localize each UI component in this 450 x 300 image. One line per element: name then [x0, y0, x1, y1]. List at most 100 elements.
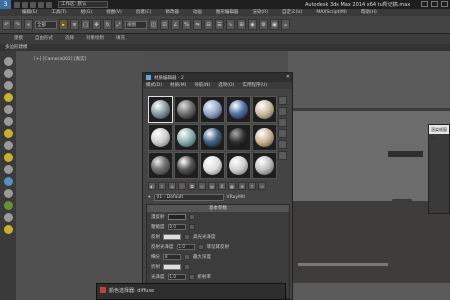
close-icon[interactable]: [441, 1, 448, 7]
material-slot[interactable]: [226, 152, 251, 179]
sample-type-icon[interactable]: [278, 96, 287, 105]
workspace-dropdown[interactable]: 工作区: 默认: [58, 1, 108, 8]
curve-editor-button[interactable]: ∿: [226, 19, 235, 30]
tree-icon[interactable]: [3, 201, 13, 210]
open-file-icon[interactable]: [22, 1, 28, 8]
app-logo-icon[interactable]: 3: [0, 0, 11, 9]
map-button[interactable]: [197, 244, 204, 250]
snap-button[interactable]: ⊡: [160, 19, 169, 30]
param-value-field[interactable]: 0.0: [167, 224, 186, 230]
rect-select-button[interactable]: □: [81, 19, 90, 30]
ribbon-tab[interactable]: 填充: [116, 34, 125, 44]
material-slot[interactable]: [252, 124, 277, 151]
material-slot[interactable]: [174, 124, 199, 151]
go-parent-icon[interactable]: ↑: [248, 181, 256, 190]
get-material-icon[interactable]: ◐: [148, 181, 156, 190]
move-button[interactable]: ✥: [92, 19, 101, 30]
material-menu-item[interactable]: 选项(O): [218, 82, 234, 89]
map-button[interactable]: [188, 214, 195, 220]
material-slot[interactable]: [200, 152, 225, 179]
copy-material-icon[interactable]: ⧉: [188, 181, 196, 190]
angle-snap-button[interactable]: ∠: [171, 19, 180, 30]
save-file-icon[interactable]: [30, 1, 36, 8]
menu-item[interactable]: 创建(C): [136, 9, 152, 16]
redo-icon[interactable]: [46, 1, 52, 8]
light-icon[interactable]: [3, 93, 13, 102]
map-button[interactable]: [188, 224, 195, 230]
material-slot[interactable]: [174, 96, 199, 123]
param-value-field[interactable]: 8: [163, 254, 181, 260]
color-swatch[interactable]: [163, 234, 181, 240]
mirror-button[interactable]: ⇋: [193, 19, 202, 30]
material-menu-item[interactable]: 实用程序(U): [242, 82, 267, 89]
background-icon[interactable]: [278, 118, 287, 127]
menu-item[interactable]: 修改器: [165, 9, 179, 16]
material-slot[interactable]: [252, 152, 277, 179]
color-swatch[interactable]: [163, 264, 181, 270]
material-slot[interactable]: [252, 96, 277, 123]
viewport-left[interactable]: [+] [Camera002] [真实]: [16, 51, 144, 300]
show-end-result-icon[interactable]: ⊕: [238, 181, 246, 190]
material-id-icon[interactable]: 0: [218, 181, 226, 190]
material-library-icon[interactable]: ▤: [208, 181, 216, 190]
undo-button[interactable]: ↶: [2, 19, 11, 30]
maximize-icon[interactable]: [431, 1, 438, 7]
render-button[interactable]: ☕: [281, 19, 290, 30]
menu-item[interactable]: 动画: [193, 9, 202, 16]
layer-button[interactable]: ☰: [215, 19, 224, 30]
material-menu-item[interactable]: 导航(N): [194, 82, 210, 89]
map-button[interactable]: [188, 274, 195, 280]
minimize-icon[interactable]: [421, 1, 428, 7]
map-button[interactable]: [184, 234, 190, 240]
render-frame-title[interactable]: 渲染帧窗口: [429, 125, 449, 141]
selection-filter-dropdown[interactable]: 全部: [35, 20, 57, 29]
assign-to-selection-icon[interactable]: ⇲: [168, 181, 176, 190]
close-icon[interactable]: ✕: [286, 74, 290, 80]
object-icon[interactable]: [3, 165, 13, 174]
material-menu-item[interactable]: 材质(M): [170, 82, 186, 89]
video-check-icon[interactable]: [278, 140, 287, 149]
options-icon[interactable]: [278, 151, 287, 160]
teapot-icon[interactable]: [3, 177, 13, 186]
menu-item[interactable]: 组(G): [81, 9, 93, 16]
menu-item[interactable]: 视图(V): [106, 9, 122, 16]
material-editor-titlebar[interactable]: 材质编辑器 - 2 ✕: [143, 73, 292, 82]
object-icon[interactable]: [3, 141, 13, 150]
light-icon[interactable]: [3, 153, 13, 162]
rollout-header[interactable]: 基本参数: [147, 205, 289, 212]
show-in-viewport-icon[interactable]: ▦: [228, 181, 236, 190]
menu-item[interactable]: 工具(T): [51, 9, 66, 16]
percent-snap-button[interactable]: %: [182, 19, 191, 30]
map-button[interactable]: [184, 254, 190, 260]
undo-icon[interactable]: [38, 1, 44, 8]
material-name-field[interactable]: 01 - Default: [153, 193, 224, 201]
param-value-field[interactable]: 1.0: [167, 274, 186, 280]
material-editor-button[interactable]: ◉: [248, 19, 257, 30]
align-button[interactable]: ⊟: [204, 19, 213, 30]
menu-item[interactable]: 自定义(U): [282, 9, 302, 16]
material-slot[interactable]: [200, 96, 225, 123]
color-picker-dialog[interactable]: 颜色选择器: diffuse: [96, 283, 286, 300]
color-swatch[interactable]: [167, 214, 186, 220]
object-icon[interactable]: [3, 117, 13, 126]
ribbon-tab[interactable]: 对象绘制: [86, 34, 104, 44]
put-to-scene-icon[interactable]: ⇪: [158, 181, 166, 190]
schematic-button[interactable]: ⊞: [237, 19, 246, 30]
material-slot[interactable]: [148, 152, 173, 179]
menu-item[interactable]: 编辑(E): [22, 9, 37, 16]
viewport-render[interactable]: [288, 51, 450, 300]
sphere-icon[interactable]: [3, 57, 13, 66]
param-value-field[interactable]: 1.0: [176, 244, 195, 250]
menu-item[interactable]: 帮助(H): [361, 9, 377, 16]
new-file-icon[interactable]: [14, 1, 20, 8]
material-slot[interactable]: [148, 96, 173, 123]
material-menu-item[interactable]: 模式(D): [146, 82, 162, 89]
map-button[interactable]: [184, 264, 190, 270]
viewport-label[interactable]: [+] [Camera002] [真实]: [34, 56, 86, 62]
backlight-icon[interactable]: [278, 107, 287, 116]
pivot-button[interactable]: ◫: [149, 19, 158, 30]
material-slot[interactable]: [226, 124, 251, 151]
object-icon[interactable]: [3, 189, 13, 198]
render-frame-button[interactable]: ▣: [270, 19, 279, 30]
material-slot[interactable]: [226, 96, 251, 123]
